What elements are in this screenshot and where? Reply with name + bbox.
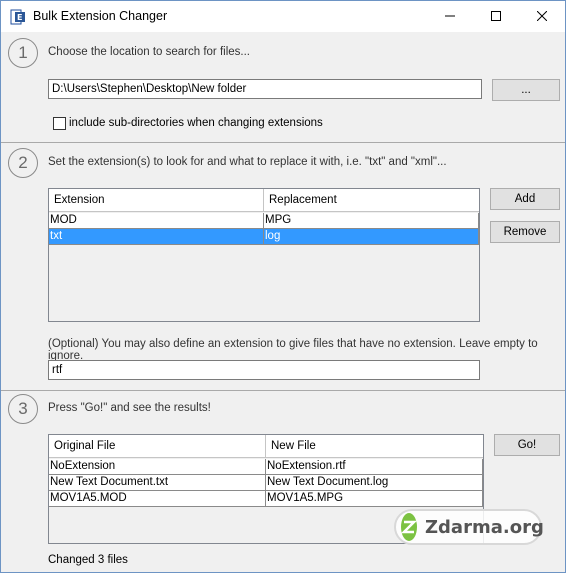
extension-cell[interactable]: txt <box>49 229 264 245</box>
watermark: Zdarma.org <box>394 509 544 545</box>
section-divider <box>1 142 565 143</box>
table-row[interactable]: NoExtension NoExtension.rtf <box>49 459 483 475</box>
section-divider <box>1 390 565 391</box>
extension-grid[interactable]: Extension Replacement MOD MPG txt log <box>48 188 480 322</box>
new-file-cell[interactable]: MOV1A5.MPG <box>266 491 483 507</box>
replacement-cell[interactable]: log <box>264 229 479 245</box>
new-file-cell[interactable]: NoExtension.rtf <box>266 459 483 475</box>
step-3-instruction: Press "Go!" and see the results! <box>48 402 211 414</box>
browse-button[interactable]: ... <box>492 79 560 101</box>
add-button[interactable]: Add <box>490 188 560 210</box>
step-1-instruction: Choose the location to search for files.… <box>48 46 250 58</box>
original-file-cell[interactable]: New Text Document.txt <box>49 475 266 491</box>
replacement-cell[interactable]: MPG <box>264 213 479 229</box>
original-file-cell[interactable]: MOV1A5.MOD <box>49 491 266 507</box>
results-grid-header: Original File New File <box>49 435 483 458</box>
minimize-icon <box>445 15 455 17</box>
step-1-badge: 1 <box>8 38 38 68</box>
extension-cell[interactable]: MOD <box>49 213 264 229</box>
close-icon <box>537 11 547 21</box>
status-text: Changed 3 files <box>48 554 128 566</box>
window-title: Bulk Extension Changer <box>33 9 168 23</box>
column-header-replacement[interactable]: Replacement <box>264 189 479 212</box>
extension-grid-header: Extension Replacement <box>49 189 479 212</box>
optional-extension-hint: (Optional) You may also define an extens… <box>48 338 538 362</box>
go-button[interactable]: Go! <box>494 434 560 456</box>
maximize-icon <box>491 11 501 21</box>
maximize-button[interactable] <box>473 1 519 31</box>
remove-button[interactable]: Remove <box>490 221 560 243</box>
app-window: E Bulk Extension Changer 1 Choose the lo… <box>0 0 566 573</box>
close-button[interactable] <box>519 1 565 31</box>
column-header-new-file[interactable]: New File <box>266 435 483 458</box>
app-icon: E <box>10 9 25 25</box>
step-2-instruction: Set the extension(s) to look for and wha… <box>48 156 447 168</box>
watermark-text: Zdarma.org <box>425 516 544 538</box>
original-file-cell[interactable]: NoExtension <box>49 459 266 475</box>
step-3-badge: 3 <box>8 394 38 424</box>
table-row[interactable]: New Text Document.txt New Text Document.… <box>49 475 483 491</box>
include-subdirectories-checkbox[interactable] <box>53 117 66 130</box>
watermark-logo-icon <box>401 513 417 541</box>
table-row[interactable]: MOV1A5.MOD MOV1A5.MPG <box>49 491 483 507</box>
minimize-button[interactable] <box>427 1 473 31</box>
include-subdirectories-label[interactable]: include sub-directories when changing ex… <box>69 117 323 129</box>
column-header-original-file[interactable]: Original File <box>49 435 266 458</box>
table-row-selected[interactable]: txt log <box>49 229 479 245</box>
no-extension-input[interactable]: rtf <box>48 360 480 380</box>
svg-text:E: E <box>17 13 22 22</box>
title-bar[interactable]: E Bulk Extension Changer <box>1 1 565 32</box>
table-row[interactable]: MOD MPG <box>49 213 479 229</box>
new-file-cell[interactable]: New Text Document.log <box>266 475 483 491</box>
folder-path-input[interactable]: D:\Users\Stephen\Desktop\New folder <box>48 79 482 99</box>
step-2-badge: 2 <box>8 148 38 178</box>
column-header-extension[interactable]: Extension <box>49 189 264 212</box>
